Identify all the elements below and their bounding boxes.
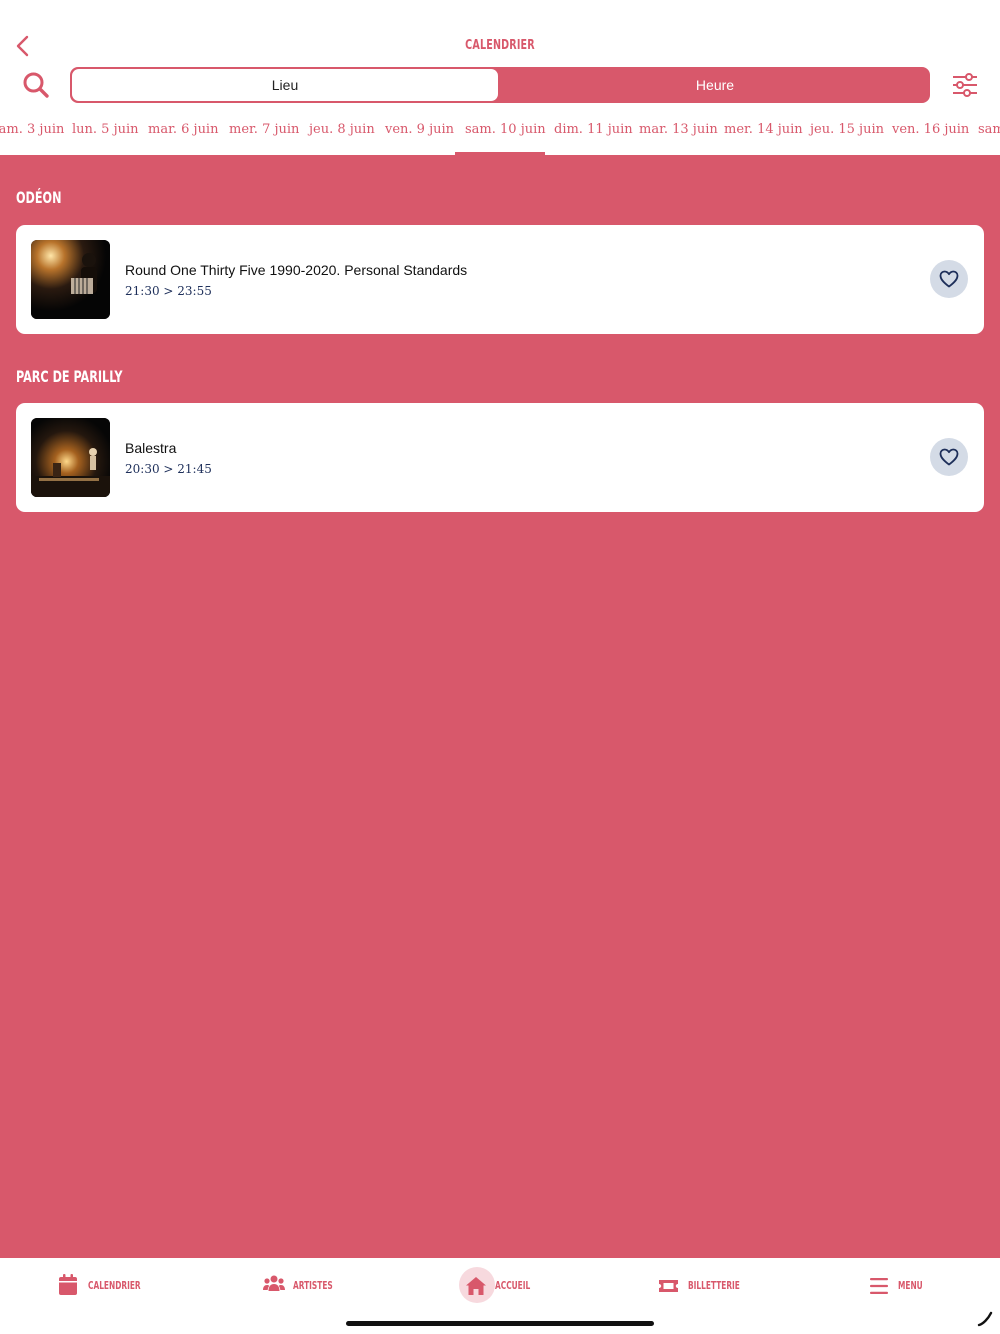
event-time: 20:30 > 21:45 xyxy=(125,462,212,476)
date-tab[interactable]: jeu. 15 juin xyxy=(810,122,884,137)
date-tab[interactable]: lun. 5 juin xyxy=(72,122,139,137)
favorite-button[interactable] xyxy=(930,260,968,298)
event-list: ODÉON Round One Thirty Five 1990-2020. P… xyxy=(0,155,1000,1258)
date-tab[interactable]: mar. 13 juin xyxy=(639,122,718,137)
segment-lieu[interactable]: Lieu xyxy=(72,69,498,101)
sliders-icon xyxy=(953,73,977,97)
ticket-icon xyxy=(659,1280,678,1292)
nav-label: ARTISTES xyxy=(293,1279,333,1292)
top-header: CALENDRIER Lieu Heure sam. 3 juin lun. 5… xyxy=(0,0,1000,155)
back-button[interactable] xyxy=(12,33,36,59)
pencil-icon xyxy=(977,1311,993,1327)
date-tab[interactable]: sam xyxy=(978,122,1000,137)
nav-billetterie[interactable]: BILLETTERIE xyxy=(658,1274,743,1298)
favorite-button[interactable] xyxy=(930,438,968,476)
event-card[interactable]: Balestra 20:30 > 21:45 xyxy=(16,403,984,512)
event-card[interactable]: Round One Thirty Five 1990-2020. Persona… xyxy=(16,225,984,334)
chevron-left-icon xyxy=(16,35,29,57)
event-title: Balestra xyxy=(125,440,177,456)
date-tab[interactable]: jeu. 8 juin xyxy=(309,122,375,137)
view-segmented-control: Lieu Heure xyxy=(70,67,930,103)
nav-label: MENU xyxy=(898,1279,923,1292)
date-tab[interactable]: dim. 11 juin xyxy=(554,122,633,137)
event-thumbnail xyxy=(31,240,110,319)
heart-icon xyxy=(939,270,959,288)
filter-button[interactable] xyxy=(950,71,980,99)
home-icon xyxy=(466,1277,486,1295)
date-tab-selected[interactable]: sam. 10 juin xyxy=(465,122,546,137)
segment-heure[interactable]: Heure xyxy=(500,67,930,103)
date-tab[interactable]: sam. 3 juin xyxy=(0,122,64,137)
date-tabs: sam. 3 juin lun. 5 juin mar. 6 juin mer.… xyxy=(0,118,1000,155)
calendar-icon xyxy=(59,1274,77,1295)
nav-label: ACCUEIL xyxy=(495,1279,531,1292)
heart-icon xyxy=(939,448,959,466)
nav-calendrier[interactable]: CALENDRIER xyxy=(58,1274,141,1298)
home-indicator-bar xyxy=(346,1321,654,1326)
nav-label: CALENDRIER xyxy=(88,1279,141,1292)
hamburger-menu-icon xyxy=(870,1278,888,1294)
event-time: 21:30 > 23:55 xyxy=(125,284,212,298)
date-tab[interactable]: mer. 14 juin xyxy=(724,122,803,137)
users-icon xyxy=(263,1275,285,1291)
date-tab[interactable]: mer. 7 juin xyxy=(229,122,299,137)
nav-artistes[interactable]: ARTISTES xyxy=(263,1274,333,1298)
search-icon xyxy=(23,72,49,98)
nav-menu[interactable]: MENU xyxy=(870,1274,930,1298)
page-title: CALENDRIER xyxy=(465,38,535,53)
event-thumbnail xyxy=(31,418,110,497)
nav-accueil[interactable]: ACCUEIL xyxy=(459,1267,535,1303)
venue-heading: ODÉON xyxy=(16,188,62,207)
event-title: Round One Thirty Five 1990-2020. Persona… xyxy=(125,262,468,278)
date-tab[interactable]: ven. 16 juin xyxy=(892,122,969,137)
nav-label: BILLETTERIE xyxy=(688,1279,740,1292)
date-tab[interactable]: mar. 6 juin xyxy=(148,122,218,137)
date-tab[interactable]: ven. 9 juin xyxy=(385,122,454,137)
venue-heading: PARC DE PARILLY xyxy=(16,367,123,386)
search-button[interactable] xyxy=(22,71,50,99)
